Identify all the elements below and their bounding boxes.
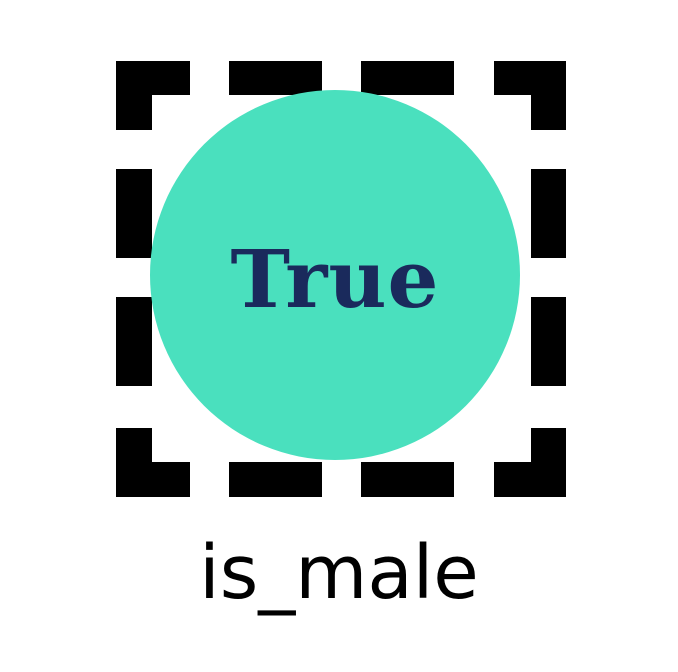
variable-value: True <box>230 232 440 326</box>
variable-name: is_male <box>199 530 479 616</box>
frame-dash-bottom-2 <box>361 462 454 497</box>
frame-dash-top-2 <box>361 61 454 95</box>
frame-dash-right-1 <box>531 169 566 258</box>
frame-dash-right-2 <box>531 297 566 386</box>
frame-dash-left-1 <box>116 169 152 258</box>
frame-dash-left-2 <box>116 297 152 386</box>
frame-dash-bottom-1 <box>229 462 322 497</box>
frame-dash-top-1 <box>229 61 322 95</box>
variable-box-diagram: True is_male <box>0 0 678 672</box>
